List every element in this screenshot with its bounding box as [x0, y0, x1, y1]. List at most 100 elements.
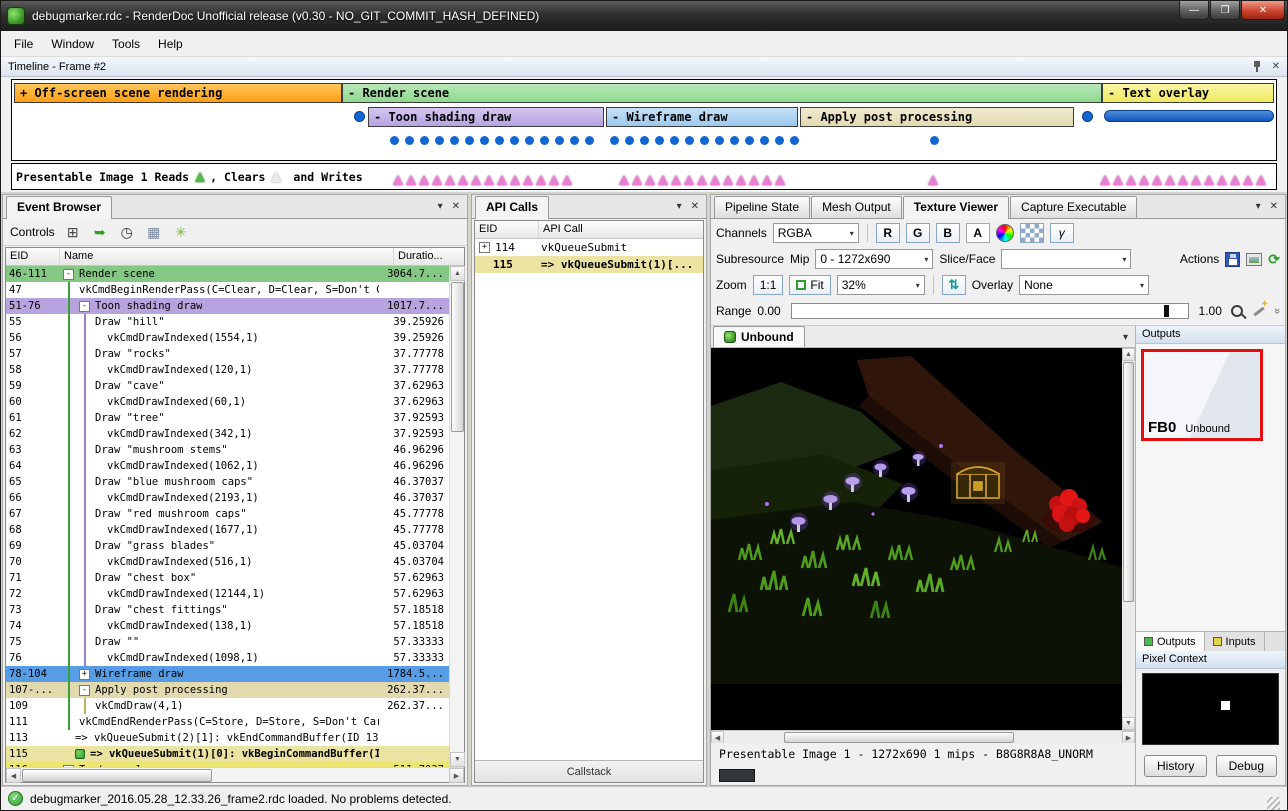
timeline-bar-wireframe[interactable]: - Wireframe draw — [606, 107, 798, 127]
range-slider[interactable] — [791, 303, 1189, 319]
timeline-draws-pill[interactable] — [1104, 110, 1274, 122]
write-triangle-icon[interactable] — [510, 175, 520, 185]
api-call-row[interactable]: 115=> vkQueueSubmit(1)[... — [475, 256, 703, 273]
draw-dot-icon[interactable] — [730, 136, 739, 145]
event-row[interactable]: 64vkCmdDrawIndexed(1062,1)46.96296 — [6, 458, 449, 474]
tab-outputs[interactable]: Outputs — [1136, 632, 1205, 651]
write-triangle-icon[interactable] — [458, 175, 468, 185]
background-color-swatch[interactable] — [719, 769, 755, 782]
write-triangle-icon[interactable] — [645, 175, 655, 185]
write-triangle-icon[interactable] — [419, 175, 429, 185]
tab-capture-executable[interactable]: Capture Executable — [1010, 196, 1137, 218]
event-row[interactable]: 55Draw "hill"39.25926 — [6, 314, 449, 330]
write-triangle-icon[interactable] — [497, 175, 507, 185]
dock-close-icon[interactable]: ✕ — [691, 201, 699, 212]
timeline-marker-dot[interactable] — [1082, 111, 1093, 122]
draw-dot-icon[interactable] — [495, 136, 504, 145]
draw-dot-icon[interactable] — [435, 136, 444, 145]
write-triangle-icon[interactable] — [1230, 175, 1240, 185]
texture-display[interactable]: ▲ ▼ — [711, 348, 1135, 730]
write-triangle-icon[interactable] — [762, 175, 772, 185]
zoom-range-icon[interactable] — [1231, 305, 1243, 317]
menu-window[interactable]: Window — [42, 33, 103, 55]
write-triangle-icon[interactable] — [1243, 175, 1253, 185]
maximize-button[interactable]: ❐ — [1210, 1, 1240, 20]
event-row[interactable]: 71Draw "chest box"57.62963 — [6, 570, 449, 586]
tab-event-browser[interactable]: Event Browser — [6, 196, 112, 219]
scroll-up-icon[interactable]: ▲ — [450, 266, 465, 281]
tree-expander-icon[interactable]: - — [79, 301, 90, 312]
event-row[interactable]: 51-76-Toon shading draw1017.7... — [6, 298, 449, 314]
event-row[interactable]: 69Draw "grass blades"45.03704 — [6, 538, 449, 554]
write-triangle-icon[interactable] — [775, 175, 785, 185]
write-triangle-icon[interactable] — [1217, 175, 1227, 185]
write-triangle-icon[interactable] — [1139, 175, 1149, 185]
scroll-thumb[interactable] — [451, 282, 464, 432]
draw-dot-icon[interactable] — [700, 136, 709, 145]
dock-close-icon[interactable]: ✕ — [452, 201, 460, 212]
tree-expander-icon[interactable]: - — [63, 269, 74, 280]
draw-dot-icon[interactable] — [390, 136, 399, 145]
timeline-bar-text-overlay[interactable]: - Text overlay — [1102, 83, 1274, 103]
column-api-call[interactable]: API Call — [539, 221, 703, 238]
zoom-dropdown[interactable]: 32% ▾ — [837, 275, 925, 295]
column-name[interactable]: Name — [60, 248, 394, 265]
texture-hscrollbar[interactable]: ◀ ▶ — [711, 730, 1135, 743]
jump-to-eid-icon[interactable]: ➥ — [91, 223, 109, 241]
slice-face-dropdown[interactable]: ▾ — [1001, 249, 1131, 269]
channel-blue-button[interactable]: B — [936, 223, 960, 243]
draw-dot-icon[interactable] — [525, 136, 534, 145]
write-triangle-icon[interactable] — [549, 175, 559, 185]
write-triangle-icon[interactable] — [632, 175, 642, 185]
draw-dot-icon[interactable] — [655, 136, 664, 145]
draw-dot-icon[interactable] — [790, 136, 799, 145]
overlay-dropdown[interactable]: None ▾ — [1019, 275, 1149, 295]
timeline-bar-post-processing[interactable]: - Apply post processing — [800, 107, 1074, 127]
timeline-bar-toon-shading[interactable]: - Toon shading draw — [368, 107, 604, 127]
event-browser-hscrollbar[interactable]: ◀ ▶ — [6, 767, 464, 782]
event-row[interactable]: 75Draw ""57.33333 — [6, 634, 449, 650]
texture-tab-list-icon[interactable]: ▾ — [1123, 332, 1128, 343]
write-triangle-icon[interactable] — [432, 175, 442, 185]
write-triangle-icon[interactable] — [1113, 175, 1123, 185]
dock-menu-icon[interactable]: ▾ — [438, 201, 443, 212]
goto-resource-icon[interactable]: ⟳ — [1268, 252, 1280, 266]
event-row[interactable]: 65Draw "blue mushroom caps"46.37037 — [6, 474, 449, 490]
write-triangle-icon[interactable] — [928, 175, 938, 185]
scroll-thumb[interactable] — [22, 769, 212, 782]
tab-texture-viewer[interactable]: Texture Viewer — [903, 196, 1009, 219]
menu-help[interactable]: Help — [149, 33, 192, 55]
scroll-thumb[interactable] — [784, 732, 1014, 743]
write-triangle-icon[interactable] — [684, 175, 694, 185]
event-row[interactable]: 61Draw "tree"37.92593 — [6, 410, 449, 426]
write-triangle-icon[interactable] — [658, 175, 668, 185]
column-eid[interactable]: EID — [475, 221, 539, 238]
filter-icon[interactable]: ⊞ — [64, 223, 82, 241]
draw-dot-icon[interactable] — [450, 136, 459, 145]
draw-dot-icon[interactable] — [640, 136, 649, 145]
zoom-fit-button[interactable]: Fit — [789, 275, 830, 295]
event-row[interactable]: 60vkCmdDrawIndexed(60,1)37.62963 — [6, 394, 449, 410]
range-slider-handle[interactable] — [1164, 305, 1169, 317]
scroll-right-icon[interactable]: ▶ — [449, 768, 464, 783]
draw-dot-icon[interactable] — [670, 136, 679, 145]
event-row[interactable]: 58vkCmdDrawIndexed(120,1)37.77778 — [6, 362, 449, 378]
flip-y-button[interactable]: ⇅ — [942, 275, 966, 295]
event-row[interactable]: 111vkCmdEndRenderPass(C=Store, D=Store, … — [6, 714, 449, 730]
write-triangle-icon[interactable] — [736, 175, 746, 185]
menu-file[interactable]: File — [5, 33, 42, 55]
draw-dot-icon[interactable] — [465, 136, 474, 145]
write-triangle-icon[interactable] — [484, 175, 494, 185]
write-triangle-icon[interactable] — [393, 175, 403, 185]
menu-tools[interactable]: Tools — [103, 33, 149, 55]
channel-alpha-button[interactable]: A — [966, 223, 990, 243]
tab-mesh-output[interactable]: Mesh Output — [811, 196, 902, 218]
channels-dropdown[interactable]: RGBA ▾ — [773, 223, 859, 243]
close-button[interactable]: ✕ — [1241, 1, 1285, 20]
draw-dot-icon[interactable] — [715, 136, 724, 145]
scroll-down-icon[interactable]: ▼ — [450, 752, 465, 767]
draw-dot-icon[interactable] — [510, 136, 519, 145]
write-triangle-icon[interactable] — [1191, 175, 1201, 185]
write-triangle-icon[interactable] — [619, 175, 629, 185]
texture-tab-unbound[interactable]: Unbound — [713, 326, 805, 347]
